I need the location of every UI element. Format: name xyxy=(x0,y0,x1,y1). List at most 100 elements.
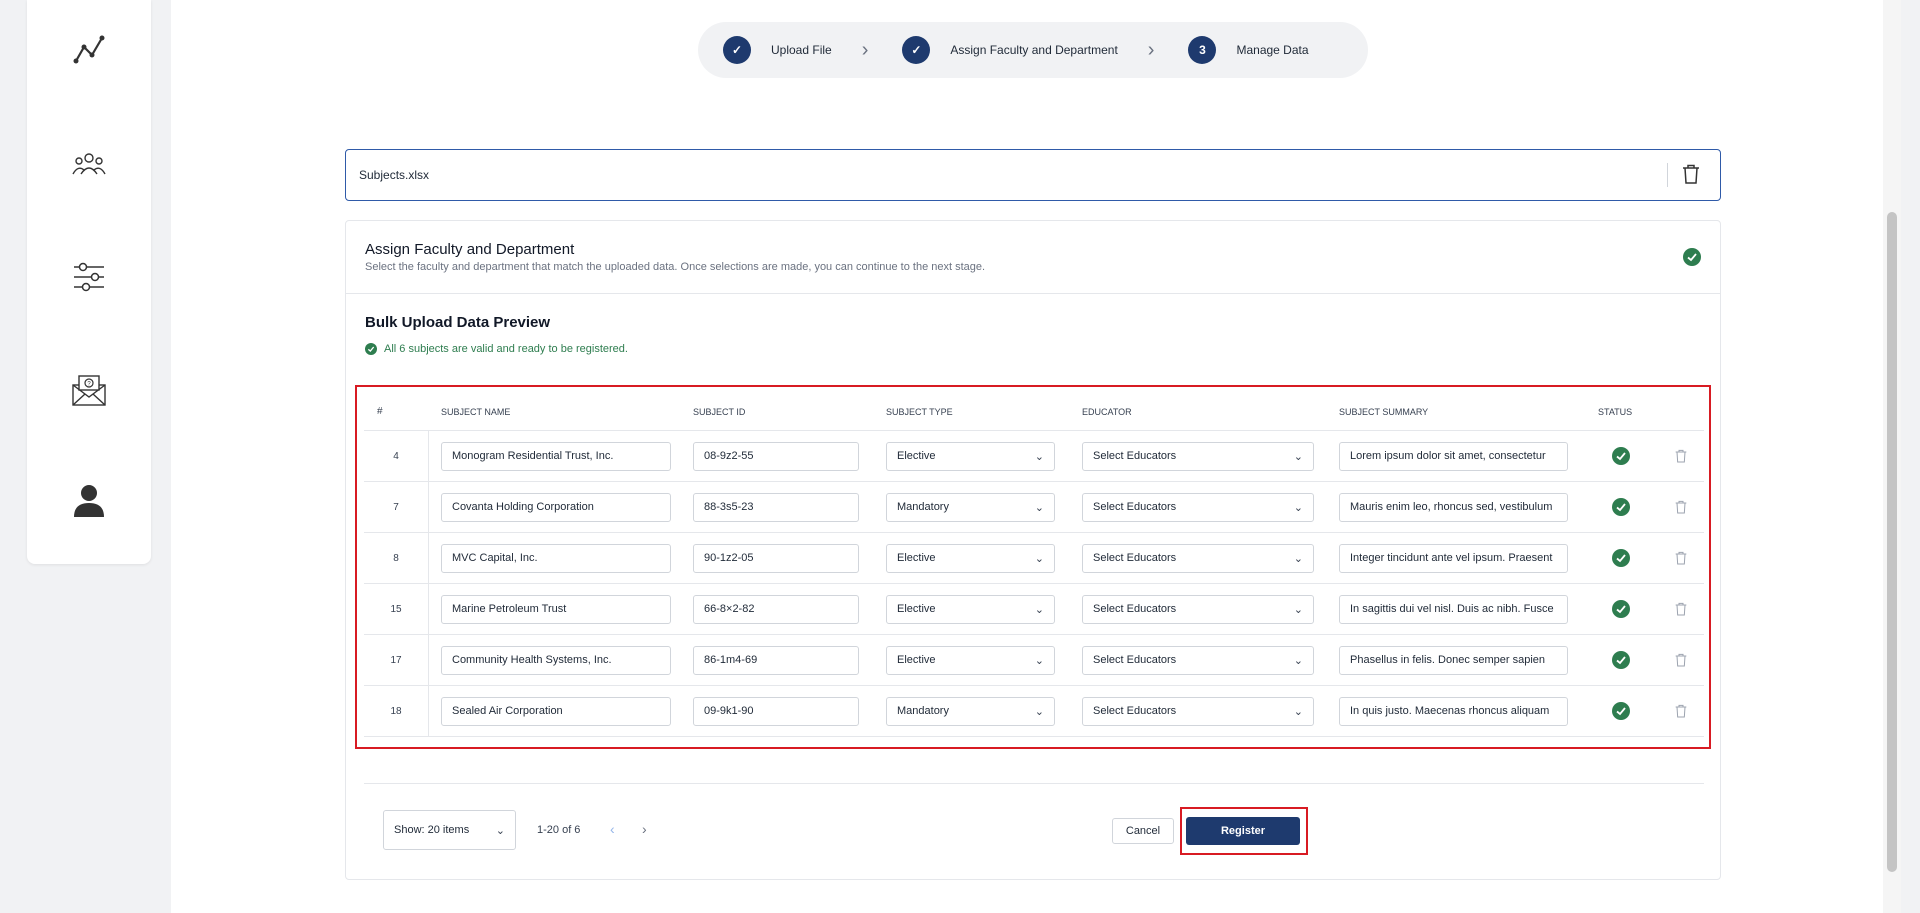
educator-select[interactable]: Select Educators ⌄ xyxy=(1082,645,1314,675)
row-number: 18 xyxy=(364,686,429,736)
subject-type-select[interactable]: Mandatory ⌄ xyxy=(886,492,1055,522)
assign-header[interactable]: Assign Faculty and Department Select the… xyxy=(346,221,1720,294)
valid-message: All 6 subjects are valid and ready to be… xyxy=(365,343,628,355)
step-2-label: Assign Faculty and Department xyxy=(950,43,1118,57)
file-name: Subjects.xlsx xyxy=(359,168,430,182)
table-row: 7 Covanta Holding Corporation 88-3s5-23 Man… xyxy=(364,482,1704,533)
next-page-icon[interactable]: › xyxy=(642,821,647,837)
trash-icon[interactable] xyxy=(1657,500,1704,514)
subject-type-value: Elective xyxy=(897,654,936,666)
row-number: 15 xyxy=(364,584,429,634)
table-header: # SUBJECT NAME SUBJECT ID SUBJECT TYPE E… xyxy=(364,393,1704,431)
header-educator: EDUCATOR xyxy=(1082,406,1132,417)
subject-name-input[interactable]: Monogram Residential Trust, Inc. xyxy=(441,441,671,471)
check-circle-icon xyxy=(1584,498,1657,516)
subject-type-select[interactable]: Elective ⌄ xyxy=(886,543,1055,573)
scrollbar-thumb[interactable] xyxy=(1887,212,1897,872)
trash-icon[interactable] xyxy=(1657,653,1704,667)
subject-id-input[interactable]: 09-9k1-90 xyxy=(693,696,859,726)
check-circle-icon xyxy=(1584,600,1657,618)
cancel-button[interactable]: Cancel xyxy=(1112,818,1174,844)
chevron-down-icon: ⌄ xyxy=(1293,654,1303,667)
subject-name-input[interactable]: Sealed Air Corporation xyxy=(441,696,671,726)
subject-type-select[interactable]: Mandatory ⌄ xyxy=(886,696,1055,726)
prev-page-icon[interactable]: ‹ xyxy=(610,821,615,837)
educator-select[interactable]: Select Educators ⌄ xyxy=(1082,441,1314,471)
subjects-table: # SUBJECT NAME SUBJECT ID SUBJECT TYPE E… xyxy=(364,393,1704,737)
chevron-down-icon: ⌄ xyxy=(1293,501,1303,514)
assign-title: Assign Faculty and Department xyxy=(365,241,575,258)
main-panel: ✓ Upload File › ✓ Assign Faculty and Dep… xyxy=(171,0,1901,913)
subject-name-input[interactable]: Marine Petroleum Trust xyxy=(441,594,671,624)
row-number: 8 xyxy=(364,533,429,583)
row-number: 7 xyxy=(364,482,429,532)
user-icon[interactable] xyxy=(71,482,107,518)
header-subject-id: SUBJECT ID xyxy=(693,406,746,417)
subject-summary-input[interactable]: Phasellus in felis. Donec semper sapien xyxy=(1339,645,1568,675)
chevron-down-icon: ⌄ xyxy=(1034,450,1044,463)
subject-id-input[interactable]: 88-3s5-23 xyxy=(693,492,859,522)
subject-summary-input[interactable]: In sagittis dui vel nisl. Duis ac nibh. … xyxy=(1339,594,1568,624)
subject-summary-input[interactable]: In quis justo. Maecenas rhoncus aliquam xyxy=(1339,696,1568,726)
educator-value: Select Educators xyxy=(1093,552,1177,564)
trash-icon[interactable] xyxy=(1657,551,1704,565)
chevron-down-icon: ⌄ xyxy=(1293,450,1303,463)
subject-summary-input[interactable]: Lorem ipsum dolor sit amet, consectetur xyxy=(1339,441,1568,471)
educator-value: Select Educators xyxy=(1093,705,1177,717)
subject-type-select[interactable]: Elective ⌄ xyxy=(886,645,1055,675)
progress-stepper: ✓ Upload File › ✓ Assign Faculty and Dep… xyxy=(698,22,1368,78)
educator-select[interactable]: Select Educators ⌄ xyxy=(1082,696,1314,726)
table-row: 17 Community Health Systems, Inc. 86-1m4-6… xyxy=(364,635,1704,686)
people-icon[interactable] xyxy=(71,146,107,182)
uploaded-file-bar: Subjects.xlsx xyxy=(345,149,1721,201)
educator-select[interactable]: Select Educators ⌄ xyxy=(1082,492,1314,522)
subject-type-select[interactable]: Elective ⌄ xyxy=(886,441,1055,471)
subject-type-value: Mandatory xyxy=(897,501,949,513)
chevron-down-icon: ⌄ xyxy=(1034,654,1044,667)
educator-select[interactable]: Select Educators ⌄ xyxy=(1082,594,1314,624)
subject-type-value: Mandatory xyxy=(897,705,949,717)
subject-id-input[interactable]: 08-9z2-55 xyxy=(693,441,859,471)
chevron-down-icon: ⌄ xyxy=(1293,705,1303,718)
trash-icon[interactable] xyxy=(1682,164,1700,189)
subject-name-input[interactable]: Covanta Holding Corporation xyxy=(441,492,671,522)
subject-id-input[interactable]: 66-8×2-82 xyxy=(693,594,859,624)
header-subject-type: SUBJECT TYPE xyxy=(886,406,953,417)
check-circle-icon xyxy=(1584,651,1657,669)
chevron-down-icon: ⌄ xyxy=(495,824,505,837)
chevron-down-icon: ⌄ xyxy=(1293,603,1303,616)
subject-id-input[interactable]: 90-1z2-05 xyxy=(693,543,859,573)
row-number: 4 xyxy=(364,431,429,481)
page-size-select[interactable]: Show: 20 items ⌄ xyxy=(383,810,516,850)
sliders-icon[interactable] xyxy=(71,259,107,295)
table-row: 8 MVC Capital, Inc. 90-1z2-05 Elective ⌄ Sele… xyxy=(364,533,1704,584)
subject-summary-input[interactable]: Integer tincidunt ante vel ipsum. Praese… xyxy=(1339,543,1568,573)
trash-icon[interactable] xyxy=(1657,704,1704,718)
register-button[interactable]: Register xyxy=(1186,817,1300,845)
educator-value: Select Educators xyxy=(1093,501,1177,513)
trash-icon[interactable] xyxy=(1657,602,1704,616)
subject-id-input[interactable]: 86-1m4-69 xyxy=(693,645,859,675)
subject-type-value: Elective xyxy=(897,552,936,564)
row-number: 17 xyxy=(364,635,429,685)
analytics-icon[interactable] xyxy=(71,32,107,68)
table-row: 4 Monogram Residential Trust, Inc. 08-9z2-… xyxy=(364,431,1704,482)
page-size-label: Show: 20 items xyxy=(394,824,470,836)
mail-help-icon[interactable]: ? xyxy=(71,372,107,408)
subject-name-input[interactable]: Community Health Systems, Inc. xyxy=(441,645,671,675)
subject-summary-input[interactable]: Mauris enim leo, rhoncus sed, vestibulum xyxy=(1339,492,1568,522)
chevron-down-icon: ⌄ xyxy=(1293,552,1303,565)
divider xyxy=(364,783,1704,784)
header-subject-name: SUBJECT NAME xyxy=(441,406,511,417)
subject-type-value: Elective xyxy=(897,603,936,615)
trash-icon[interactable] xyxy=(1657,449,1704,463)
subject-name-input[interactable]: MVC Capital, Inc. xyxy=(441,543,671,573)
educator-value: Select Educators xyxy=(1093,654,1177,666)
step-1-label: Upload File xyxy=(771,43,832,57)
table-row: 15 Marine Petroleum Trust 66-8×2-82 Electiv… xyxy=(364,584,1704,635)
chevron-down-icon: ⌄ xyxy=(1034,552,1044,565)
educator-select[interactable]: Select Educators ⌄ xyxy=(1082,543,1314,573)
subject-type-select[interactable]: Elective ⌄ xyxy=(886,594,1055,624)
check-circle-icon xyxy=(1584,702,1657,720)
header-subject-summary: SUBJECT SUMMARY xyxy=(1339,406,1429,417)
